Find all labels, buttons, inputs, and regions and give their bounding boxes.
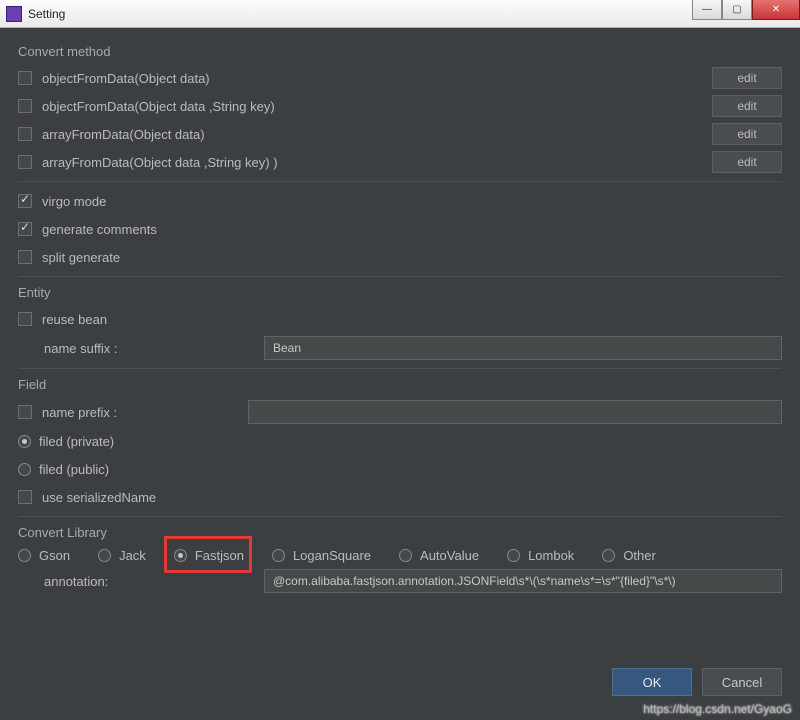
split-generate-row: split generate (18, 246, 782, 268)
field-public-label: filed (public) (39, 462, 109, 477)
use-serialized-checkbox[interactable] (18, 490, 32, 504)
arrayfromdata-key-label: arrayFromData(Object data ,String key) ) (42, 155, 278, 170)
field-public-radio[interactable] (18, 463, 31, 476)
cancel-button[interactable]: Cancel (702, 668, 782, 696)
library-other[interactable]: Other (602, 548, 656, 563)
name-prefix-checkbox[interactable] (18, 405, 32, 419)
objectfromdata-key-label: objectFromData(Object data ,String key) (42, 99, 275, 114)
generate-comments-row: generate comments (18, 218, 782, 240)
name-suffix-input[interactable] (264, 336, 782, 360)
generate-comments-label: generate comments (42, 222, 157, 237)
split-generate-checkbox[interactable] (18, 250, 32, 264)
objectfromdata-key-checkbox[interactable] (18, 99, 32, 113)
separator (18, 368, 782, 369)
close-button[interactable]: ✕ (752, 0, 800, 20)
name-prefix-input[interactable] (248, 400, 782, 424)
objectfromdata-label: objectFromData(Object data) (42, 71, 210, 86)
virgo-mode-checkbox[interactable] (18, 194, 32, 208)
minimize-button[interactable]: — (692, 0, 722, 20)
annotation-input[interactable] (264, 569, 782, 593)
name-suffix-row: name suffix : (18, 336, 782, 360)
watermark-text: https://blog.csdn.net/GyaoG (643, 702, 792, 716)
generate-comments-checkbox[interactable] (18, 222, 32, 236)
window-buttons: — ▢ ✕ (692, 0, 800, 20)
edit-button-1[interactable]: edit (712, 95, 782, 117)
convert-method-label: Convert method (18, 44, 782, 59)
window-title: Setting (28, 7, 65, 21)
convert-method-row-3: arrayFromData(Object data ,String key) )… (18, 151, 782, 173)
maximize-button[interactable]: ▢ (722, 0, 752, 20)
library-fastjson[interactable]: Fastjson (174, 548, 244, 563)
library-gson[interactable]: Gson (18, 548, 70, 563)
library-autovalue[interactable]: AutoValue (399, 548, 479, 563)
ok-button[interactable]: OK (612, 668, 692, 696)
reuse-bean-checkbox[interactable] (18, 312, 32, 326)
dialog-footer: OK Cancel (612, 668, 782, 696)
annotation-row: annotation: (18, 569, 782, 593)
arrayfromdata-checkbox[interactable] (18, 127, 32, 141)
title-bar: Setting — ▢ ✕ (0, 0, 800, 28)
field-private-row: filed (private) (18, 430, 782, 452)
use-serialized-label: use serializedName (42, 490, 156, 505)
edit-button-0[interactable]: edit (712, 67, 782, 89)
library-lombok[interactable]: Lombok (507, 548, 574, 563)
field-public-row: filed (public) (18, 458, 782, 480)
library-logansquare[interactable]: LoganSquare (272, 548, 371, 563)
split-generate-label: split generate (42, 250, 120, 265)
convert-method-row-1: objectFromData(Object data ,String key) … (18, 95, 782, 117)
edit-button-2[interactable]: edit (712, 123, 782, 145)
name-suffix-label: name suffix : (44, 341, 264, 356)
arrayfromdata-label: arrayFromData(Object data) (42, 127, 205, 142)
virgo-mode-label: virgo mode (42, 194, 106, 209)
field-private-label: filed (private) (39, 434, 114, 449)
separator (18, 276, 782, 277)
name-prefix-row: name prefix : (18, 400, 782, 424)
app-icon (6, 6, 22, 22)
edit-button-3[interactable]: edit (712, 151, 782, 173)
use-serialized-row: use serializedName (18, 486, 782, 508)
annotation-label: annotation: (44, 574, 264, 589)
library-jack[interactable]: Jack (98, 548, 146, 563)
field-label: Field (18, 377, 782, 392)
virgo-mode-row: virgo mode (18, 190, 782, 212)
name-prefix-label: name prefix : (42, 405, 248, 420)
separator (18, 516, 782, 517)
objectfromdata-checkbox[interactable] (18, 71, 32, 85)
arrayfromdata-key-checkbox[interactable] (18, 155, 32, 169)
dialog-body: Convert method objectFromData(Object dat… (0, 28, 800, 607)
entity-label: Entity (18, 285, 782, 300)
convert-method-row-0: objectFromData(Object data) edit (18, 67, 782, 89)
field-private-radio[interactable] (18, 435, 31, 448)
library-options-row: Gson Jack Fastjson LoganSquare AutoValue… (18, 548, 782, 563)
reuse-bean-row: reuse bean (18, 308, 782, 330)
separator (18, 181, 782, 182)
library-label: Convert Library (18, 525, 782, 540)
convert-method-row-2: arrayFromData(Object data) edit (18, 123, 782, 145)
reuse-bean-label: reuse bean (42, 312, 107, 327)
